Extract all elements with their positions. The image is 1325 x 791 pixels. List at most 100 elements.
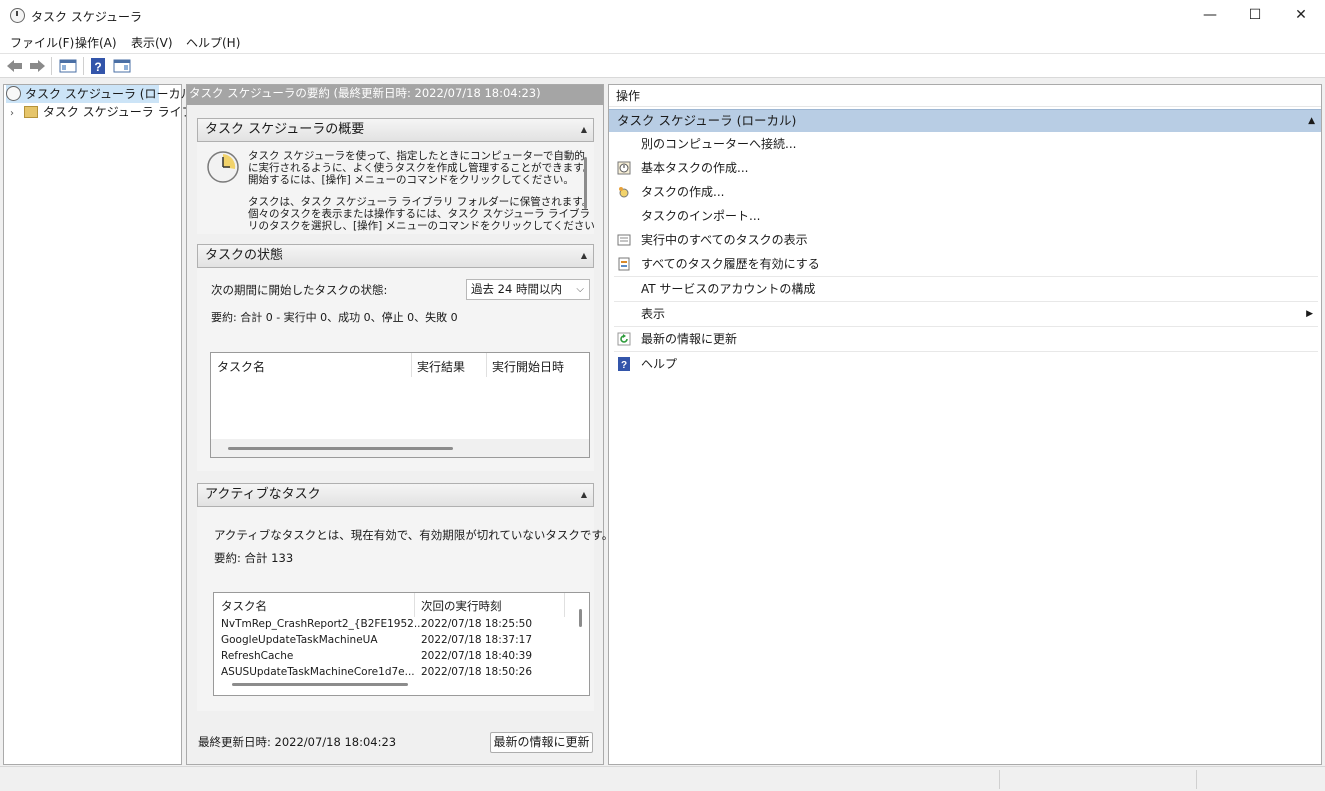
collapse-caret-icon[interactable]: ▲	[581, 119, 587, 141]
vertical-scrollbar[interactable]	[584, 157, 587, 209]
toolbar-divider	[83, 57, 84, 75]
actions-pane: 操作 タスク スケジューラ (ローカル) ▲ 別のコンピューターへ接続... 基…	[608, 84, 1322, 765]
active-tasks-description: アクティブなタスクとは、現在有効で、有効期限が切れていないタスクです。	[214, 528, 614, 542]
status-bar	[0, 766, 1325, 791]
actions-group-header[interactable]: タスク スケジューラ (ローカル) ▲	[609, 109, 1321, 132]
close-button[interactable]: ✕	[1278, 0, 1324, 31]
vertical-scrollbar[interactable]	[579, 609, 582, 627]
clock-icon	[10, 8, 25, 23]
action-help[interactable]: ? ヘルプ	[609, 352, 1321, 376]
menu-action[interactable]: 操作(A)	[75, 34, 117, 51]
column-divider[interactable]	[564, 593, 565, 617]
svg-text:?: ?	[94, 60, 101, 74]
action-show-running-tasks[interactable]: 実行中のすべてのタスクの表示	[609, 228, 1321, 252]
action-label: AT サービスのアカウントの構成	[641, 282, 816, 296]
horizontal-scrollbar[interactable]	[232, 683, 408, 686]
task-status-title: タスクの状態	[205, 248, 284, 263]
table-row[interactable]: ASUSUpdateTaskMachineCore1d7e... 2022/07…	[214, 665, 572, 679]
action-label: タスクのインポート...	[641, 209, 761, 223]
action-label: 最新の情報に更新	[641, 332, 738, 346]
task-status-section-header[interactable]: タスクの状態 ▲	[197, 244, 594, 268]
toolbar: ?	[0, 53, 1325, 78]
table-row[interactable]: GoogleUpdateTaskMachineUA 2022/07/18 18:…	[214, 633, 572, 649]
summary-scroll-area[interactable]: タスク スケジューラの概要 ▲ タスク スケジューラを使って、指定したときにコン…	[187, 105, 613, 722]
show-hide-tree-icon[interactable]	[58, 56, 78, 76]
chevron-right-icon[interactable]: ›	[10, 105, 20, 123]
refresh-button[interactable]: 最新の情報に更新	[490, 732, 593, 753]
collapse-caret-icon[interactable]: ▲	[581, 484, 587, 506]
action-label: タスクの作成...	[641, 185, 725, 199]
action-create-task[interactable]: タスクの作成...	[609, 180, 1321, 204]
action-configure-at-service[interactable]: AT サービスのアカウントの構成	[609, 277, 1321, 301]
collapse-caret-icon[interactable]: ▲	[1308, 110, 1315, 132]
horizontal-scrollbar[interactable]	[228, 447, 453, 450]
status-divider	[999, 770, 1000, 789]
summary-header: タスク スケジューラの要約 (最終更新日時: 2022/07/18 18:04:…	[187, 85, 603, 105]
action-label: 基本タスクの作成...	[641, 161, 749, 175]
column-header-next-run[interactable]: 次回の実行時刻	[421, 598, 502, 614]
column-header-task-name[interactable]: タスク名	[221, 598, 267, 614]
action-import-task[interactable]: タスクのインポート...	[609, 204, 1321, 228]
overview-line: リのタスクを選択し、[操作] メニューのコマンドをクリックしてください。	[248, 219, 594, 232]
column-header-task-name[interactable]: タスク名	[217, 358, 265, 375]
menu-view[interactable]: 表示(V)	[131, 34, 173, 51]
menu-file[interactable]: ファイル(F)	[10, 34, 74, 51]
refresh-icon	[617, 332, 631, 346]
next-run-cell: 2022/07/18 18:50:26	[421, 666, 533, 678]
overview-body: タスク スケジューラを使って、指定したときにコンピューターで自動的 に実行される…	[197, 142, 594, 234]
tree-item-root[interactable]: タスク スケジューラ (ローカル)	[6, 85, 197, 103]
menu-help[interactable]: ヘルプ(H)	[186, 34, 240, 51]
toolbar-divider	[51, 57, 52, 75]
action-label: 表示	[641, 307, 666, 321]
tree-root-label: タスク スケジューラ (ローカル)	[25, 87, 198, 101]
help-icon: ?	[618, 357, 630, 371]
task-status-body: 次の期間に開始したタスクの状態: 過去 24 時間以内 ⌵ 要約: 合計 0 -…	[197, 268, 594, 471]
column-divider[interactable]	[414, 593, 415, 617]
history-icon	[618, 257, 630, 271]
task-status-grid[interactable]: タスク名 実行結果 実行開始日時	[210, 352, 590, 458]
action-label: ヘルプ	[641, 357, 678, 371]
column-header-result[interactable]: 実行結果	[417, 358, 465, 375]
task-name-cell: RefreshCache	[221, 650, 294, 662]
next-run-cell: 2022/07/18 18:37:17	[421, 634, 533, 646]
action-create-basic-task[interactable]: 基本タスクの作成...	[609, 156, 1321, 180]
help-icon[interactable]: ?	[88, 56, 108, 76]
column-header-start-time[interactable]: 実行開始日時	[492, 358, 564, 375]
minimize-button[interactable]: —	[1187, 0, 1233, 31]
active-tasks-grid[interactable]: タスク名 次回の実行時刻 NvTmRep_CrashReport2_{B2FE1…	[213, 592, 590, 696]
back-arrow-icon[interactable]	[5, 56, 25, 76]
actions-group-title: タスク スケジューラ (ローカル)	[617, 113, 797, 128]
period-dropdown-value: 過去 24 時間以内	[471, 282, 562, 296]
column-divider[interactable]	[411, 353, 412, 377]
create-task-icon	[619, 187, 629, 198]
task-name-cell: ASUSUpdateTaskMachineCore1d7e...	[221, 666, 415, 678]
maximize-button[interactable]: ☐	[1232, 0, 1278, 31]
show-hide-action-pane-icon[interactable]	[112, 56, 132, 76]
action-label: 別のコンピューターへ接続...	[641, 137, 797, 151]
basic-task-icon	[617, 161, 631, 175]
table-row[interactable]: RefreshCache 2022/07/18 18:40:39	[214, 649, 572, 665]
overview-section-header[interactable]: タスク スケジューラの概要 ▲	[197, 118, 594, 142]
clock-icon	[6, 86, 21, 101]
forward-arrow-icon[interactable]	[27, 56, 47, 76]
active-tasks-title: アクティブなタスク	[205, 487, 321, 502]
task-name-cell: NvTmRep_CrashReport2_{B2FE1952...	[221, 618, 424, 630]
table-row[interactable]: NvTmRep_CrashReport2_{B2FE1952... 2022/0…	[214, 617, 572, 633]
submenu-arrow-icon[interactable]: ▶	[1306, 302, 1313, 326]
active-tasks-rows: NvTmRep_CrashReport2_{B2FE1952... 2022/0…	[214, 617, 572, 679]
active-tasks-section-header[interactable]: アクティブなタスク ▲	[197, 483, 594, 507]
period-dropdown[interactable]: 過去 24 時間以内 ⌵	[466, 279, 590, 300]
collapse-caret-icon[interactable]: ▲	[581, 245, 587, 267]
action-view[interactable]: 表示 ▶	[609, 302, 1321, 326]
action-refresh[interactable]: 最新の情報に更新	[609, 327, 1321, 351]
action-enable-history[interactable]: すべてのタスク履歴を有効にする	[609, 252, 1321, 276]
status-divider	[1196, 770, 1197, 789]
chevron-down-icon[interactable]: ⌵	[576, 280, 584, 299]
action-connect-computer[interactable]: 別のコンピューターへ接続...	[609, 132, 1321, 156]
column-divider[interactable]	[486, 353, 487, 377]
title-bar: タスク スケジューラ — ☐ ✕	[0, 0, 1325, 31]
overview-text: タスク スケジューラを使って、指定したときにコンピューターで自動的 に実行される…	[248, 150, 594, 233]
active-tasks-summary: 要約: 合計 133	[214, 551, 294, 565]
action-label: すべてのタスク履歴を有効にする	[641, 257, 820, 271]
action-label: 実行中のすべてのタスクの表示	[641, 233, 808, 247]
